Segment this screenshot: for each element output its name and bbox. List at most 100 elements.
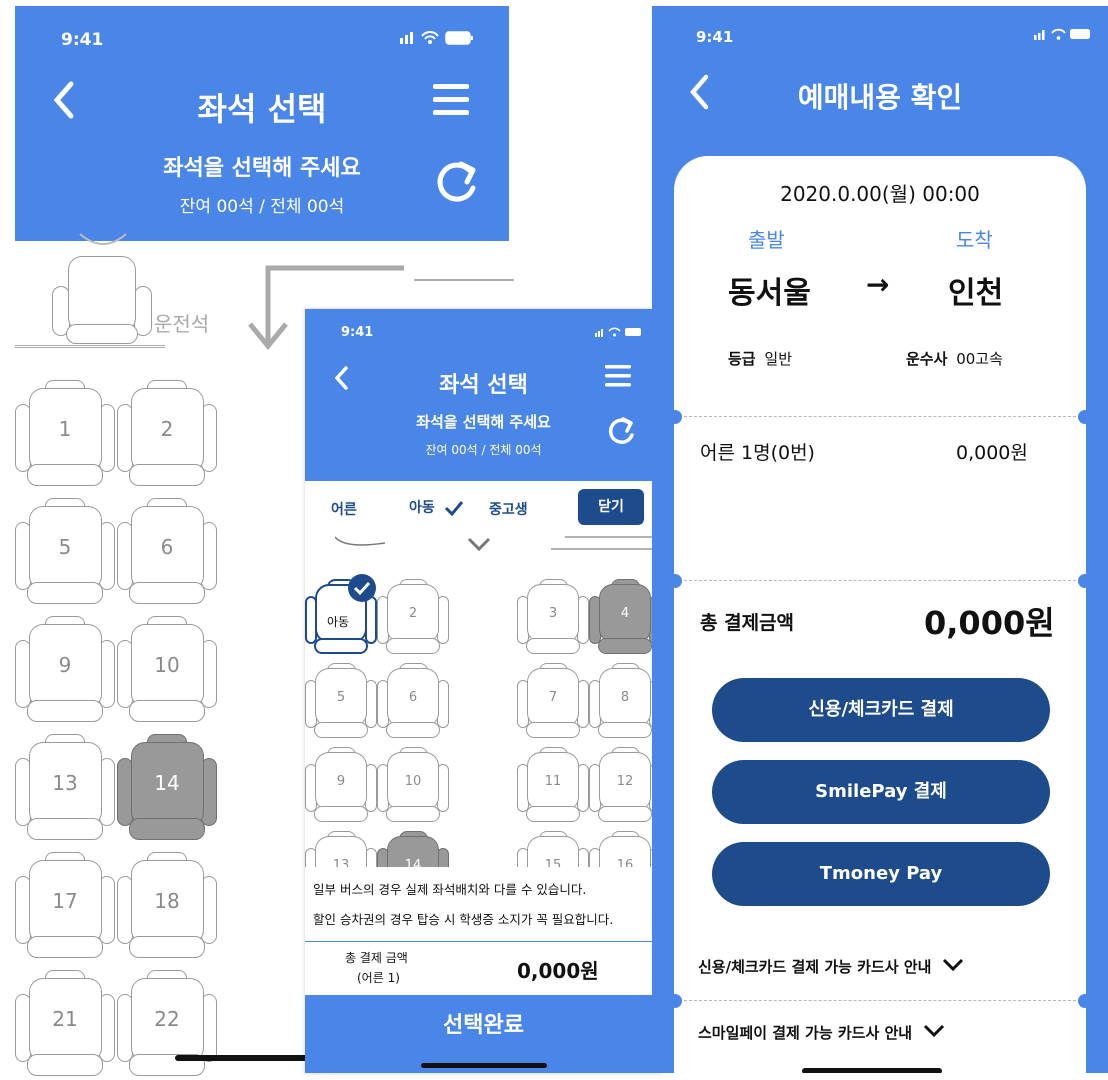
depart-label: 출발 — [748, 228, 785, 252]
seat[interactable]: 2 — [377, 579, 449, 657]
seat[interactable]: 17 — [15, 852, 115, 962]
seat-number: 17 — [52, 889, 78, 913]
tab-child[interactable]: 아동 — [409, 497, 464, 517]
seat-number: 4 — [620, 606, 630, 621]
seat[interactable]: 7 — [517, 663, 589, 741]
seat[interactable]: 9 — [305, 747, 377, 825]
check-icon — [347, 573, 377, 607]
seat[interactable]: 12 — [589, 747, 661, 825]
seat[interactable]: 11 — [517, 747, 589, 825]
seat-number: 2 — [408, 606, 418, 621]
pay-smile-button[interactable]: SmilePay 결제 — [712, 760, 1050, 824]
pay-tmoney-button[interactable]: Tmoney Pay — [712, 842, 1050, 906]
driver-label: 운전석 — [154, 312, 210, 336]
seat-number: 18 — [154, 889, 180, 913]
seat[interactable]: 22 — [117, 970, 217, 1080]
seat-number: 5 — [336, 690, 346, 705]
seat-number: 8 — [620, 690, 630, 705]
selected-seat-label: 아동 — [327, 615, 350, 629]
status-icons — [595, 323, 647, 342]
ticket-notch — [668, 574, 682, 588]
status-icons — [1034, 26, 1098, 45]
datetime: 2020.0.00(월) 00:00 — [780, 182, 980, 206]
close-button[interactable]: 닫기 — [578, 489, 644, 525]
arrive-city: 인천 — [948, 276, 1004, 311]
status-time: 9:41 — [341, 325, 374, 340]
seat[interactable]: 14 — [117, 734, 217, 844]
passenger-info: 어른 1명(0번) — [700, 442, 815, 464]
grade-value: 일반 — [764, 350, 792, 368]
refresh-icon[interactable] — [605, 415, 639, 453]
seat[interactable]: 8 — [589, 663, 661, 741]
screen1-header: 9:41 좌석 선택 좌석을 선택해 주세요 잔여 00석 / 전체 00석 — [15, 6, 509, 241]
page-title: 예매내용 확인 — [797, 81, 963, 114]
info-card[interactable]: 신용/체크카드 결제 가능 카드사 안내 — [698, 956, 964, 977]
ticket-notch — [1078, 994, 1092, 1008]
passenger-price: 0,000원 — [956, 442, 1028, 464]
home-indicator — [175, 1055, 325, 1061]
depart-city: 동서울 — [728, 276, 811, 311]
ticket-notch — [668, 410, 682, 424]
seat[interactable]: 6 — [377, 663, 449, 741]
divider — [305, 941, 662, 942]
divider — [674, 580, 1086, 581]
seat[interactable]: 3 — [517, 579, 589, 657]
tab-youth[interactable]: 중고생 — [489, 499, 528, 519]
info-smile[interactable]: 스마일페이 결제 가능 카드사 안내 — [698, 1022, 945, 1043]
total-value: 0,000원 — [924, 604, 1055, 642]
notice-text-1: 일부 버스의 경우 실제 좌석배치와 다를 수 있습니다. — [313, 882, 587, 897]
seat[interactable]: 6 — [117, 498, 217, 608]
seat-number: 13 — [52, 771, 78, 795]
tab-adult[interactable]: 어른 — [331, 499, 357, 519]
ticket-notch — [1078, 574, 1092, 588]
seat[interactable]: 4 — [589, 579, 661, 657]
confirm-button[interactable]: 선택완료 — [305, 995, 662, 1073]
refresh-icon[interactable] — [433, 158, 485, 212]
status-time: 9:41 — [696, 28, 734, 46]
seat[interactable]: 10 — [117, 616, 217, 726]
divider — [674, 1000, 1086, 1001]
home-indicator — [802, 1068, 942, 1073]
screen2-header: 9:41 좌석 선택 좌석을 선택해 주세요 잔여 00석 / 전체 00석 — [305, 309, 662, 481]
seat-number: 7 — [548, 690, 558, 705]
tab-child-label: 아동 — [409, 500, 435, 516]
seat-number: 6 — [160, 535, 174, 559]
driver-seat — [52, 250, 152, 350]
seat[interactable]: 2 — [117, 380, 217, 490]
carrier-value: 00고속 — [956, 350, 1003, 368]
seat[interactable]: 13 — [15, 734, 115, 844]
total-label: 총 결제 금액 — [345, 951, 408, 965]
seat-number: 10 — [404, 774, 422, 789]
menu-icon[interactable] — [433, 84, 469, 120]
arrive-label: 도착 — [956, 228, 993, 252]
divider — [15, 345, 165, 351]
divider — [674, 416, 1086, 417]
seat[interactable]: 5 — [15, 498, 115, 608]
status-time: 9:41 — [61, 30, 104, 50]
carrier: 운수사 00고속 — [906, 348, 1003, 369]
seat-number: 6 — [408, 690, 418, 705]
seat[interactable]: 1 — [15, 380, 115, 490]
seat[interactable]: 18 — [117, 852, 217, 962]
arrow-icon: → — [866, 268, 890, 301]
entrance-arrow-icon — [334, 535, 655, 559]
seat-number: 2 — [160, 417, 174, 441]
seat[interactable]: 21 — [15, 970, 115, 1080]
check-icon — [444, 500, 464, 516]
pay-card-button[interactable]: 신용/체크카드 결제 — [712, 678, 1050, 742]
total-sub: (어른 1) — [357, 971, 400, 985]
seat[interactable]: 5 — [305, 663, 377, 741]
seat-number: 3 — [548, 606, 558, 621]
menu-icon[interactable] — [605, 365, 631, 391]
seat[interactable]: 9 — [15, 616, 115, 726]
ticket-notch — [668, 994, 682, 1008]
chevron-down-icon — [924, 1024, 945, 1038]
seat-number: 14 — [154, 771, 180, 795]
seat-number: 22 — [154, 1007, 180, 1031]
status-icons — [400, 28, 480, 50]
seat[interactable]: 10 — [377, 747, 449, 825]
grade-label: 등급 — [728, 350, 756, 368]
info-smile-label: 스마일페이 결제 가능 카드사 안내 — [698, 1024, 913, 1042]
seat-number: 1 — [58, 417, 72, 441]
seat-number: 5 — [58, 535, 72, 559]
